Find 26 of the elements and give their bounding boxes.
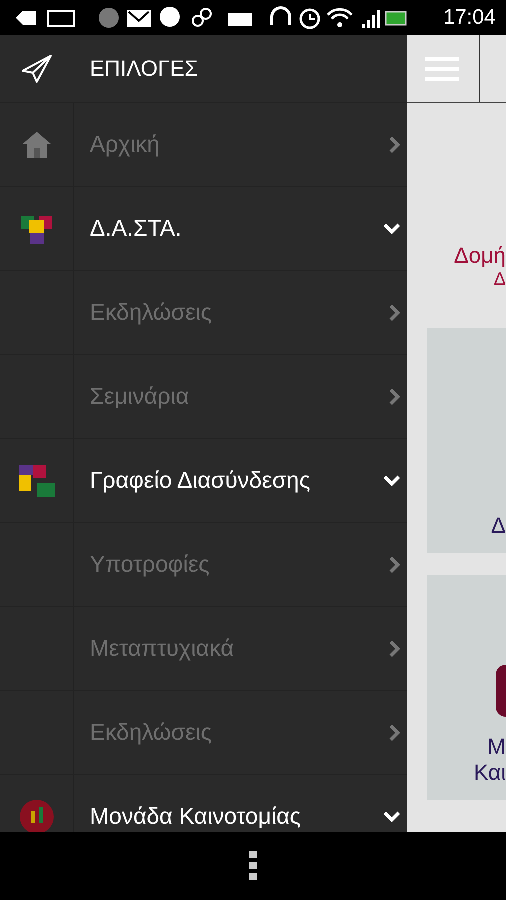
menu-item-label: Αρχική [90,131,160,158]
menu-item-label: Εκδηλώσεις [90,719,212,746]
house-icon [22,130,52,158]
menu-item[interactable]: Γραφείο Διασύνδεσης [0,438,407,522]
menu-item-label: Μονάδα Καινοτομίας [90,803,301,830]
menu-item-label: Γραφείο Διασύνδεσης [90,467,310,494]
drawer-title: ΕΠΙΛΟΓΕΣ [90,56,198,82]
menu-item-label: Εκδηλώσεις [90,299,212,326]
menu-item[interactable]: Δ.Α.ΣΤΑ. [0,186,407,270]
puzzle-icon [16,462,56,498]
paper-plane-icon [21,54,53,84]
heading-text: Δομή [454,243,506,269]
content-card[interactable]: Μ Και [427,575,506,800]
menu-item[interactable]: Αρχική [0,102,407,186]
clock: 17:04 [443,6,496,30]
heading-text: Δ [494,269,506,290]
content-card[interactable]: Δ [427,328,506,553]
menu-item-label: Δ.Α.ΣΤΑ. [90,215,182,242]
card-text: Μ [488,734,506,760]
menu-item-label: Υποτροφίες [90,551,210,578]
more-options-icon[interactable] [249,851,257,881]
menu-item-label: Σεμινάρια [90,383,190,410]
logo-icon [18,798,54,832]
card-text: Και [474,760,506,786]
menu-item-label: Μεταπτυχιακά [90,635,234,662]
card-text: Δ [491,513,506,539]
